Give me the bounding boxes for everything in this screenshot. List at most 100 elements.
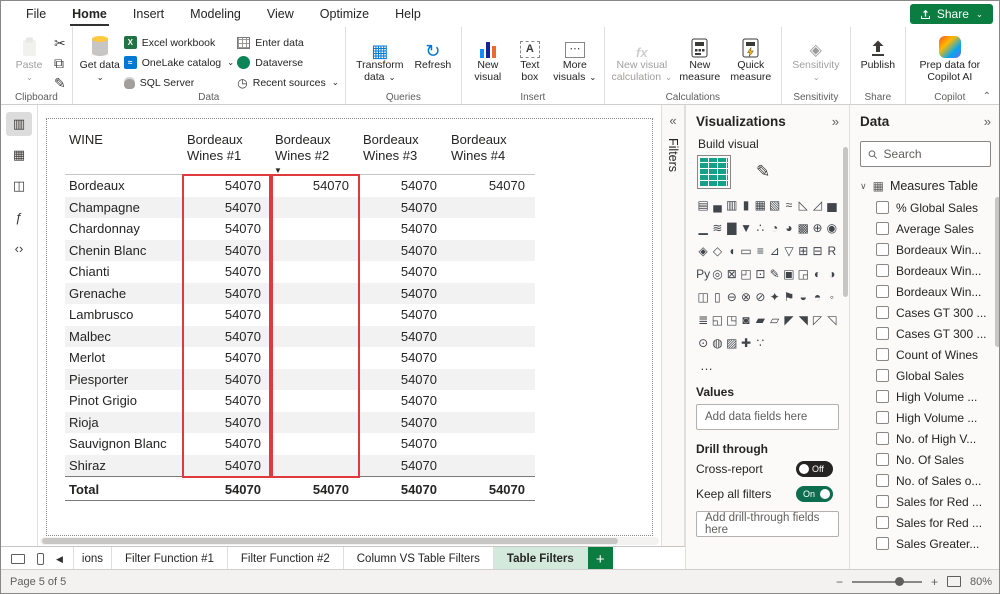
visual-type-icon[interactable]: ◥ <box>796 313 810 327</box>
menu-item[interactable]: Help <box>382 2 434 27</box>
view-icon[interactable]: ‹› <box>6 236 32 260</box>
visual-type-icon[interactable]: ◿ <box>810 198 824 212</box>
copy-button[interactable]: ⧉ <box>54 54 66 71</box>
visual-type-icon[interactable]: ◍ <box>710 336 724 350</box>
measure-checkbox[interactable] <box>876 306 889 319</box>
visual-type-icon[interactable]: ⊿ <box>768 244 782 258</box>
copilot-button[interactable]: Prep data for Copilot AI <box>912 30 988 83</box>
measure-checkbox[interactable] <box>876 243 889 256</box>
publish-button[interactable]: Publish <box>857 30 899 72</box>
expand-filters-icon[interactable]: « <box>662 113 684 128</box>
measure-checkbox[interactable] <box>876 390 889 403</box>
chevron-down-icon[interactable]: ∨ <box>860 181 867 192</box>
visual-type-icon[interactable]: ▣ <box>782 267 796 281</box>
filters-pane-collapsed[interactable]: « Filters <box>661 105 685 546</box>
format-visual-icon[interactable]: ✎ <box>756 162 770 182</box>
page-tab[interactable]: Filter Function #2 <box>228 547 344 571</box>
visual-type-icon[interactable]: ◖ <box>725 244 739 258</box>
visual-type-icon[interactable]: ◔ <box>768 221 782 235</box>
visual-type-icon[interactable]: ▽ <box>782 244 796 258</box>
visual-type-icon[interactable]: ◑ <box>825 267 839 281</box>
text-box-button[interactable]: A Text box <box>511 30 549 83</box>
transform-data-button[interactable]: ▦ Transform data ⌄ <box>352 30 408 83</box>
measure-item[interactable]: High Volume ... <box>850 386 1000 407</box>
column-header[interactable]: Bordeaux Wines #2 <box>271 129 359 164</box>
visual-type-icon[interactable]: ⊟ <box>810 244 824 258</box>
table-row[interactable]: Chenin Blanc 54070 54070 <box>65 240 535 262</box>
table-row[interactable]: Chardonnay 54070 54070 <box>65 218 535 240</box>
visual-type-icon[interactable]: ◹ <box>825 313 839 327</box>
table-row[interactable]: Bordeaux 54070 54070 54070 54070 <box>65 175 535 197</box>
visual-type-icon[interactable]: ◎ <box>710 267 724 281</box>
visual-type-icon[interactable]: ◤ <box>782 313 796 327</box>
sensitivity-button[interactable]: ◈ Sensitivity ⌄ <box>788 30 844 83</box>
visual-type-icon[interactable]: ◦ <box>825 290 839 304</box>
new-page-button[interactable]: + <box>588 547 613 571</box>
visual-type-icon[interactable]: ◱ <box>710 313 724 327</box>
measure-item[interactable]: High Volume ... <box>850 407 1000 428</box>
table-row[interactable]: Piesporter 54070 54070 <box>65 369 535 391</box>
measure-item[interactable]: Average Sales <box>850 218 1000 239</box>
visual-type-icon[interactable]: ◉ <box>825 221 839 235</box>
visual-type-icon[interactable]: ⊖ <box>725 290 739 304</box>
measure-checkbox[interactable] <box>876 201 889 214</box>
measure-item[interactable]: Bordeaux Win... <box>850 239 1000 260</box>
visual-type-icon[interactable]: ▱ <box>768 313 782 327</box>
collapse-ribbon-button[interactable]: ⌃ <box>983 91 991 102</box>
visual-type-icon[interactable]: ▁ <box>696 221 710 235</box>
column-header[interactable]: Bordeaux Wines #4 <box>447 129 535 164</box>
visual-type-icon[interactable]: ◳ <box>725 313 739 327</box>
get-data-button[interactable]: Get data ⌄ <box>79 30 121 83</box>
measure-checkbox[interactable] <box>876 411 889 424</box>
visual-type-icon[interactable]: ◒ <box>796 290 810 304</box>
visual-type-icon[interactable]: ⊠ <box>725 267 739 281</box>
table-row[interactable]: Pinot Grigio 54070 54070 <box>65 390 535 412</box>
measure-checkbox[interactable] <box>876 264 889 277</box>
collapse-pane-icon[interactable]: » <box>832 114 839 129</box>
scrollbar-thumb[interactable] <box>42 538 618 544</box>
visual-type-icon[interactable]: ⚑ <box>782 290 796 304</box>
page-tab[interactable]: ions <box>73 547 112 571</box>
visual-type-icon[interactable]: ⊙ <box>696 336 710 350</box>
visual-type-icon[interactable]: ▩ <box>796 221 810 235</box>
visual-type-icon[interactable]: ▼ <box>739 221 753 235</box>
menu-item[interactable]: Insert <box>120 2 177 27</box>
onelake-catalog-button[interactable]: ≈OneLake catalog⌄ <box>124 54 235 71</box>
visual-type-icon[interactable]: ◇ <box>710 244 724 258</box>
visual-type-icon[interactable]: ⊕ <box>810 221 824 235</box>
recent-sources-button[interactable]: ◷Recent sources⌄ <box>237 74 339 91</box>
mobile-layout-icon[interactable] <box>37 553 44 565</box>
visual-type-icon[interactable]: ◸ <box>810 313 824 327</box>
horizontal-scrollbar[interactable] <box>40 537 659 545</box>
visual-type-icon[interactable]: ◲ <box>796 267 810 281</box>
fit-to-page-icon[interactable] <box>947 576 961 587</box>
viz-pane-scrollbar[interactable] <box>843 147 848 563</box>
visual-type-icon[interactable]: ⊘ <box>753 290 767 304</box>
measure-item[interactable]: Count of Wines <box>850 344 1000 365</box>
visual-type-icon[interactable]: ◫ <box>696 290 710 304</box>
refresh-button[interactable]: ↻ Refresh <box>411 30 455 72</box>
table-row[interactable]: Shiraz 54070 54070 <box>65 455 535 477</box>
visual-type-icon[interactable]: ◈ <box>696 244 710 258</box>
measure-checkbox[interactable] <box>876 474 889 487</box>
share-button[interactable]: Share ⌄ <box>910 4 993 24</box>
table-row[interactable]: Champagne 54070 54070 <box>65 197 535 219</box>
measure-checkbox[interactable] <box>876 285 889 298</box>
measure-checkbox[interactable] <box>876 432 889 445</box>
measure-item[interactable]: No. of Sales o... <box>850 470 1000 491</box>
view-icon[interactable]: ƒ <box>6 205 32 229</box>
visual-type-icon[interactable]: R <box>825 244 839 258</box>
visual-type-icon[interactable]: ◺ <box>796 198 810 212</box>
measure-item[interactable]: Bordeaux Win... <box>850 260 1000 281</box>
measure-item[interactable]: No. Of Sales <box>850 449 1000 470</box>
visual-type-icon[interactable]: ⊡ <box>753 267 767 281</box>
view-icon[interactable]: ◫ <box>6 174 32 198</box>
measure-item[interactable]: Cases GT 300 ... <box>850 323 1000 344</box>
column-header[interactable]: WINE <box>65 129 183 148</box>
page-tab[interactable]: Table Filters <box>494 547 588 571</box>
menu-item[interactable]: Modeling <box>177 2 254 27</box>
table-visual[interactable]: WINE Bordeaux Wines #1 Bordeaux Wines #2… <box>65 129 535 501</box>
menu-item[interactable]: Optimize <box>307 2 382 27</box>
table-row[interactable]: Rioja 54070 54070 <box>65 412 535 434</box>
visual-type-icon[interactable]: ◙ <box>739 313 753 327</box>
